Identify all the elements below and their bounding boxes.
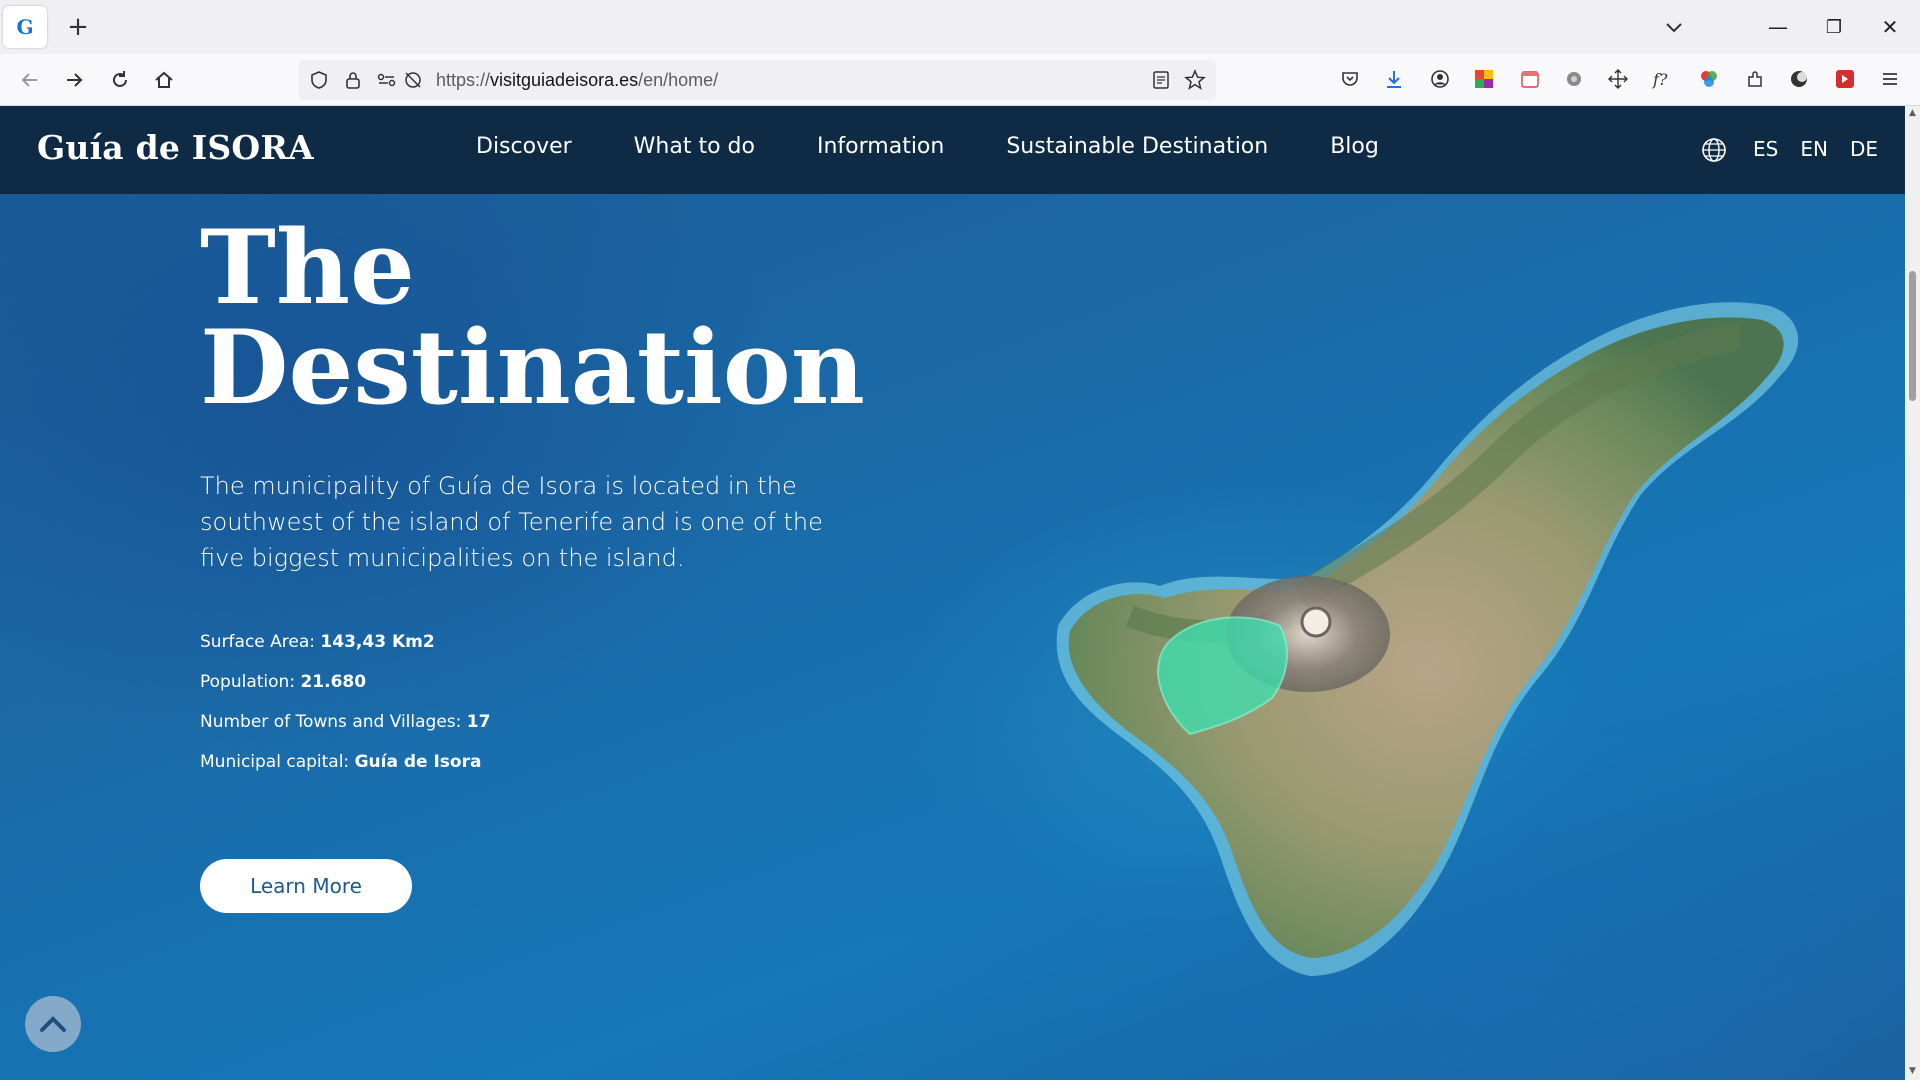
- site-header: Guía de ISORA Discover What to do Inform…: [0, 106, 1905, 194]
- dark-mode-extension-icon[interactable]: [1787, 67, 1811, 91]
- scrollbar-thumb[interactable]: [1909, 271, 1916, 401]
- web-page: Guía de ISORA Discover What to do Inform…: [0, 106, 1905, 1080]
- permissions-icon[interactable]: [376, 69, 398, 91]
- url-bar[interactable]: https://visitguiadeisora.es/en/home/: [298, 60, 1216, 100]
- font-finder-icon[interactable]: f?: [1651, 67, 1675, 91]
- fact-label: Surface Area:: [200, 632, 321, 652]
- extensions-puzzle-icon[interactable]: [1743, 67, 1767, 91]
- nav-information[interactable]: Information: [817, 134, 944, 159]
- list-all-tabs-chevron-icon[interactable]: [1660, 13, 1688, 41]
- back-arrow-icon[interactable]: [14, 64, 46, 96]
- tenerife-island-map: [1056, 302, 1799, 976]
- close-window-button[interactable]: ✕: [1862, 8, 1918, 46]
- browser-tab[interactable]: G: [3, 6, 47, 48]
- tracking-blocked-icon[interactable]: [402, 69, 424, 91]
- hero-title-line2: Destination: [200, 308, 865, 428]
- url-scheme: https://: [436, 70, 491, 90]
- lang-es[interactable]: ES: [1753, 137, 1778, 161]
- learn-more-button[interactable]: Learn More: [200, 859, 412, 913]
- scroll-up-arrow-icon[interactable]: ▲: [1907, 108, 1918, 119]
- language-switcher: ES EN DE: [1753, 137, 1900, 161]
- bookmark-star-icon[interactable]: [1184, 69, 1206, 91]
- account-icon[interactable]: [1428, 67, 1452, 91]
- scroll-to-top-button[interactable]: [25, 996, 81, 1052]
- forward-arrow-icon[interactable]: [58, 64, 90, 96]
- fact-value: 17: [466, 712, 491, 732]
- downloads-icon[interactable]: [1382, 67, 1406, 91]
- reader-view-icon[interactable]: [1150, 69, 1172, 91]
- fact-value: Guía de Isora: [354, 752, 482, 772]
- scroll-down-arrow-icon[interactable]: ▼: [1907, 1066, 1918, 1077]
- url-path: /en/home/: [638, 70, 719, 90]
- fact-value: 21.680: [300, 672, 367, 692]
- calendar-extension-icon[interactable]: [1518, 67, 1542, 91]
- site-favicon: G: [16, 15, 34, 39]
- globe-icon[interactable]: [1700, 136, 1728, 164]
- move-cross-icon[interactable]: [1606, 67, 1630, 91]
- site-logo[interactable]: Guía de ISORA: [37, 128, 314, 167]
- fact-label: Population:: [200, 672, 301, 692]
- app-menu-hamburger-icon[interactable]: [1878, 67, 1902, 91]
- chevron-up-icon: [40, 1016, 66, 1032]
- browser-tab-bar: G + — ❐ ✕: [0, 0, 1920, 54]
- main-navigation: Discover What to do Information Sustaina…: [476, 134, 1441, 159]
- hero-title: The Destination: [200, 217, 900, 419]
- reload-icon[interactable]: [104, 64, 136, 96]
- nav-discover[interactable]: Discover: [476, 134, 572, 159]
- fact-label: Number of Towns and Villages:: [200, 712, 467, 732]
- red-extension-icon[interactable]: [1833, 67, 1857, 91]
- fact-label: Municipal capital:: [200, 752, 355, 772]
- fact-value: 143,43 Km2: [320, 632, 435, 652]
- hero-description: The municipality of Guía de Isora is loc…: [200, 472, 823, 572]
- home-icon[interactable]: [148, 64, 180, 96]
- url-host: visitguiadeisora.es: [490, 70, 639, 90]
- shield-icon[interactable]: [308, 69, 330, 91]
- lang-de[interactable]: DE: [1850, 137, 1878, 161]
- fact-surface-area: Surface Area: 143,43 Km2: [200, 632, 490, 672]
- colorful-extension-icon[interactable]: [1472, 67, 1496, 91]
- lock-icon[interactable]: [342, 69, 364, 91]
- browser-toolbar: https://visitguiadeisora.es/en/home/: [0, 54, 1920, 106]
- fact-municipal-capital: Municipal capital: Guía de Isora: [200, 752, 490, 792]
- lang-en[interactable]: EN: [1800, 137, 1828, 161]
- pocket-icon[interactable]: [1338, 67, 1362, 91]
- restore-button[interactable]: ❐: [1806, 8, 1862, 46]
- fact-population: Population: 21.680: [200, 672, 490, 712]
- nav-sustainable-destination[interactable]: Sustainable Destination: [1006, 134, 1268, 159]
- color-picker-icon[interactable]: [1697, 67, 1721, 91]
- svg-text:f?: f?: [1652, 70, 1668, 89]
- new-tab-button[interactable]: +: [62, 11, 94, 43]
- url-text[interactable]: https://visitguiadeisora.es/en/home/: [436, 70, 718, 91]
- fact-towns-villages: Number of Towns and Villages: 17: [200, 712, 490, 752]
- nav-blog[interactable]: Blog: [1330, 134, 1379, 159]
- gear-extension-icon[interactable]: [1562, 67, 1586, 91]
- facts-list: Surface Area: 143,43 Km2 Population: 21.…: [200, 632, 490, 792]
- page-scrollbar[interactable]: ▲ ▼: [1905, 106, 1920, 1080]
- minimize-button[interactable]: —: [1750, 8, 1806, 46]
- nav-what-to-do[interactable]: What to do: [634, 134, 755, 159]
